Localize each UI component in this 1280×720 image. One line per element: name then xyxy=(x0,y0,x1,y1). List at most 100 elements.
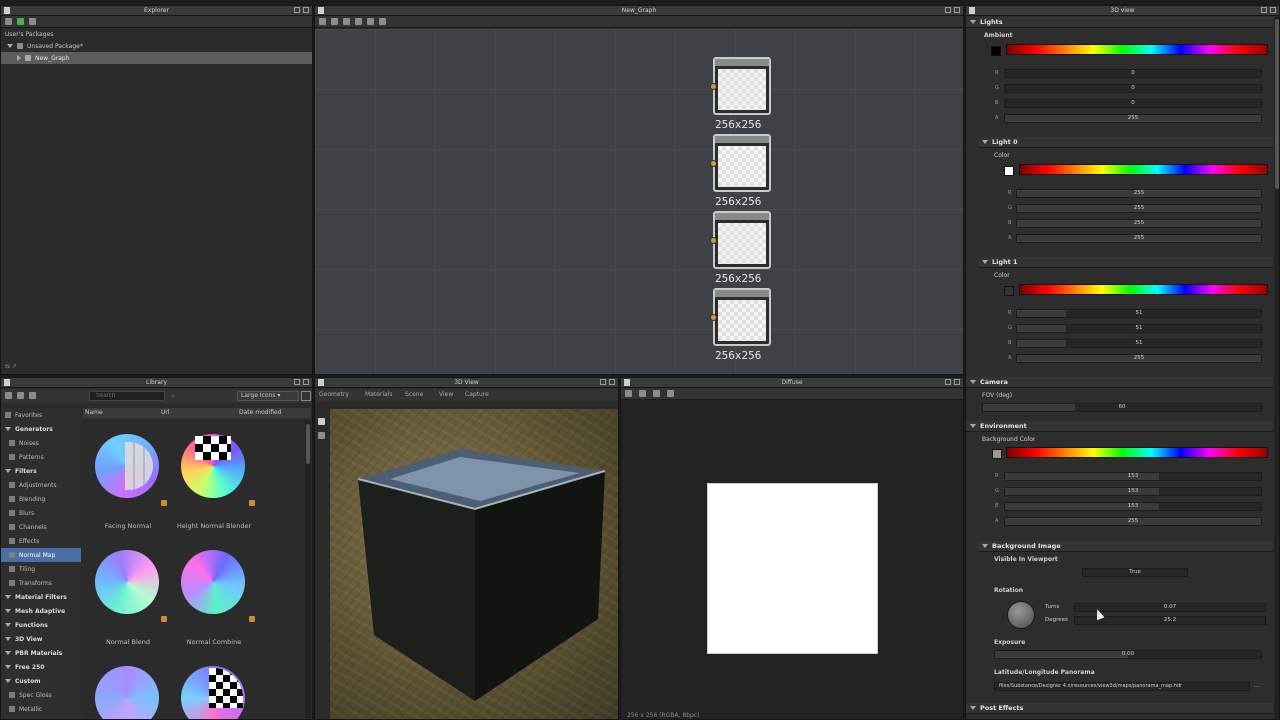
light1-b-slider[interactable]: 51 xyxy=(1016,339,1262,348)
bg-r-slider[interactable]: 153 xyxy=(1004,472,1262,481)
section-light1[interactable]: Light 1 xyxy=(978,257,1273,268)
menu-materials[interactable]: Materials xyxy=(365,391,393,398)
light0-swatch[interactable] xyxy=(1004,166,1014,176)
library-category[interactable]: Filters xyxy=(1,464,81,478)
light1-a-slider[interactable]: 255 xyxy=(1016,354,1262,363)
section-lights[interactable]: Lights xyxy=(966,17,1273,28)
favorite-icon[interactable] xyxy=(161,500,167,506)
library-item-thumb[interactable] xyxy=(95,666,159,719)
library-category[interactable]: PBR Materials xyxy=(1,646,81,660)
panel-menu-icon[interactable] xyxy=(318,7,324,14)
panel-menu-icon[interactable] xyxy=(318,379,324,386)
view-mode-select[interactable]: Large Icons ▾ xyxy=(237,391,299,401)
bg-color-picker[interactable] xyxy=(1006,447,1268,458)
section-environment[interactable]: Environment xyxy=(966,421,1273,432)
library-category[interactable]: Blending xyxy=(1,492,81,506)
favorite-icon[interactable] xyxy=(249,500,255,506)
float-icon[interactable] xyxy=(294,7,300,13)
ambient-color-picker[interactable] xyxy=(1006,44,1268,55)
frame-icon[interactable] xyxy=(319,18,326,25)
panel-menu-icon[interactable] xyxy=(4,7,10,14)
library-category[interactable]: Functions xyxy=(1,618,81,632)
light0-b-slider[interactable]: 255 xyxy=(1016,219,1262,228)
library-category[interactable]: Effects xyxy=(1,534,81,548)
close-icon[interactable] xyxy=(954,379,960,385)
float-icon[interactable] xyxy=(600,379,606,385)
panel-menu-icon[interactable] xyxy=(969,7,975,14)
light1-color-picker[interactable] xyxy=(1019,284,1268,295)
view3d-viewport[interactable] xyxy=(330,409,618,719)
ambient-g-slider[interactable]: 0 xyxy=(1004,84,1262,93)
library-category[interactable]: Spec Gloss xyxy=(1,688,81,702)
section-post-effects[interactable]: Post Effects xyxy=(966,703,1273,714)
rotation-dial[interactable] xyxy=(1007,601,1035,629)
expand-icon[interactable] xyxy=(7,44,13,48)
play-icon[interactable] xyxy=(17,18,24,25)
ambient-a-slider[interactable]: 255 xyxy=(1004,114,1262,123)
fov-slider[interactable]: 60 xyxy=(982,403,1262,412)
diffuse-image[interactable] xyxy=(707,483,878,654)
graph-canvas[interactable]: 256x256 256x256 256x256 256x256 xyxy=(315,29,963,374)
channel-icon[interactable] xyxy=(653,390,660,397)
turns-slider[interactable]: 0.07 xyxy=(1074,603,1266,612)
select-tool-icon[interactable] xyxy=(318,418,325,425)
section-camera[interactable]: Camera xyxy=(966,377,1273,388)
tree-graph-item[interactable]: New_Graph xyxy=(1,52,312,64)
light0-a-slider[interactable]: 255 xyxy=(1016,234,1262,243)
panel-menu-icon[interactable] xyxy=(624,379,630,386)
bg-g-slider[interactable]: 153 xyxy=(1004,487,1262,496)
library-search-input[interactable] xyxy=(89,391,165,401)
visible-toggle[interactable]: True xyxy=(1082,568,1188,577)
library-item-thumb[interactable] xyxy=(181,434,245,498)
ambient-swatch[interactable] xyxy=(991,46,1001,56)
fit-icon[interactable] xyxy=(625,390,632,397)
library-item-thumb[interactable] xyxy=(181,550,245,614)
float-icon[interactable] xyxy=(1261,7,1267,13)
close-icon[interactable] xyxy=(303,379,309,385)
zoom-icon[interactable] xyxy=(343,18,350,25)
favorite-icon[interactable] xyxy=(161,616,167,622)
light0-color-picker[interactable] xyxy=(1019,164,1268,175)
light0-r-slider[interactable]: 255 xyxy=(1016,189,1262,198)
float-icon[interactable] xyxy=(294,379,300,385)
ambient-b-slider[interactable]: 0 xyxy=(1004,99,1262,108)
exposure-slider[interactable]: 0.00 xyxy=(994,650,1262,659)
properties-scrollbar[interactable] xyxy=(1274,17,1279,719)
tree-package[interactable]: Unsaved Package* xyxy=(1,40,312,52)
panorama-path-field[interactable]: files/Substance/Designer 4.x/resources/v… xyxy=(994,682,1250,691)
library-category[interactable]: Adjustments xyxy=(1,478,81,492)
light1-g-slider[interactable]: 51 xyxy=(1016,324,1262,333)
light1-swatch[interactable] xyxy=(1004,286,1014,296)
save-icon[interactable] xyxy=(639,390,646,397)
library-scrollbar[interactable] xyxy=(305,420,311,718)
align-icon[interactable] xyxy=(355,18,362,25)
close-icon[interactable] xyxy=(303,7,309,13)
collapse-icon[interactable] xyxy=(17,55,21,61)
menu-scene[interactable]: Scene xyxy=(405,391,423,398)
panel-menu-icon[interactable] xyxy=(4,379,10,386)
library-category[interactable]: Channels xyxy=(1,520,81,534)
library-category[interactable]: Noises xyxy=(1,436,81,450)
library-category[interactable]: Favorites xyxy=(1,408,81,422)
library-item-thumb[interactable] xyxy=(95,434,159,498)
light1-r-slider[interactable]: 51 xyxy=(1016,309,1262,318)
close-icon[interactable] xyxy=(954,7,960,13)
output-node[interactable] xyxy=(710,134,771,192)
view-toggle-icon[interactable] xyxy=(301,391,311,401)
section-light0[interactable]: Light 0 xyxy=(978,137,1273,148)
close-icon[interactable] xyxy=(1270,7,1276,13)
float-icon[interactable] xyxy=(945,379,951,385)
library-folder-icon[interactable] xyxy=(17,392,24,399)
section-bg-image[interactable]: Background Image xyxy=(978,541,1273,552)
library-category[interactable]: Material Filters xyxy=(1,590,81,604)
library-category[interactable]: Transforms xyxy=(1,576,81,590)
output-node[interactable] xyxy=(710,211,771,269)
bg-a-slider[interactable]: 255 xyxy=(1004,517,1262,526)
output-node[interactable] xyxy=(710,57,771,115)
column-url[interactable]: Url xyxy=(161,409,170,416)
library-category[interactable]: Free 250 xyxy=(1,660,81,674)
library-category[interactable]: Blurs xyxy=(1,506,81,520)
library-category[interactable]: 3D View xyxy=(1,632,81,646)
column-name[interactable]: Name xyxy=(85,409,103,416)
bg-color-swatch[interactable] xyxy=(992,449,1002,459)
